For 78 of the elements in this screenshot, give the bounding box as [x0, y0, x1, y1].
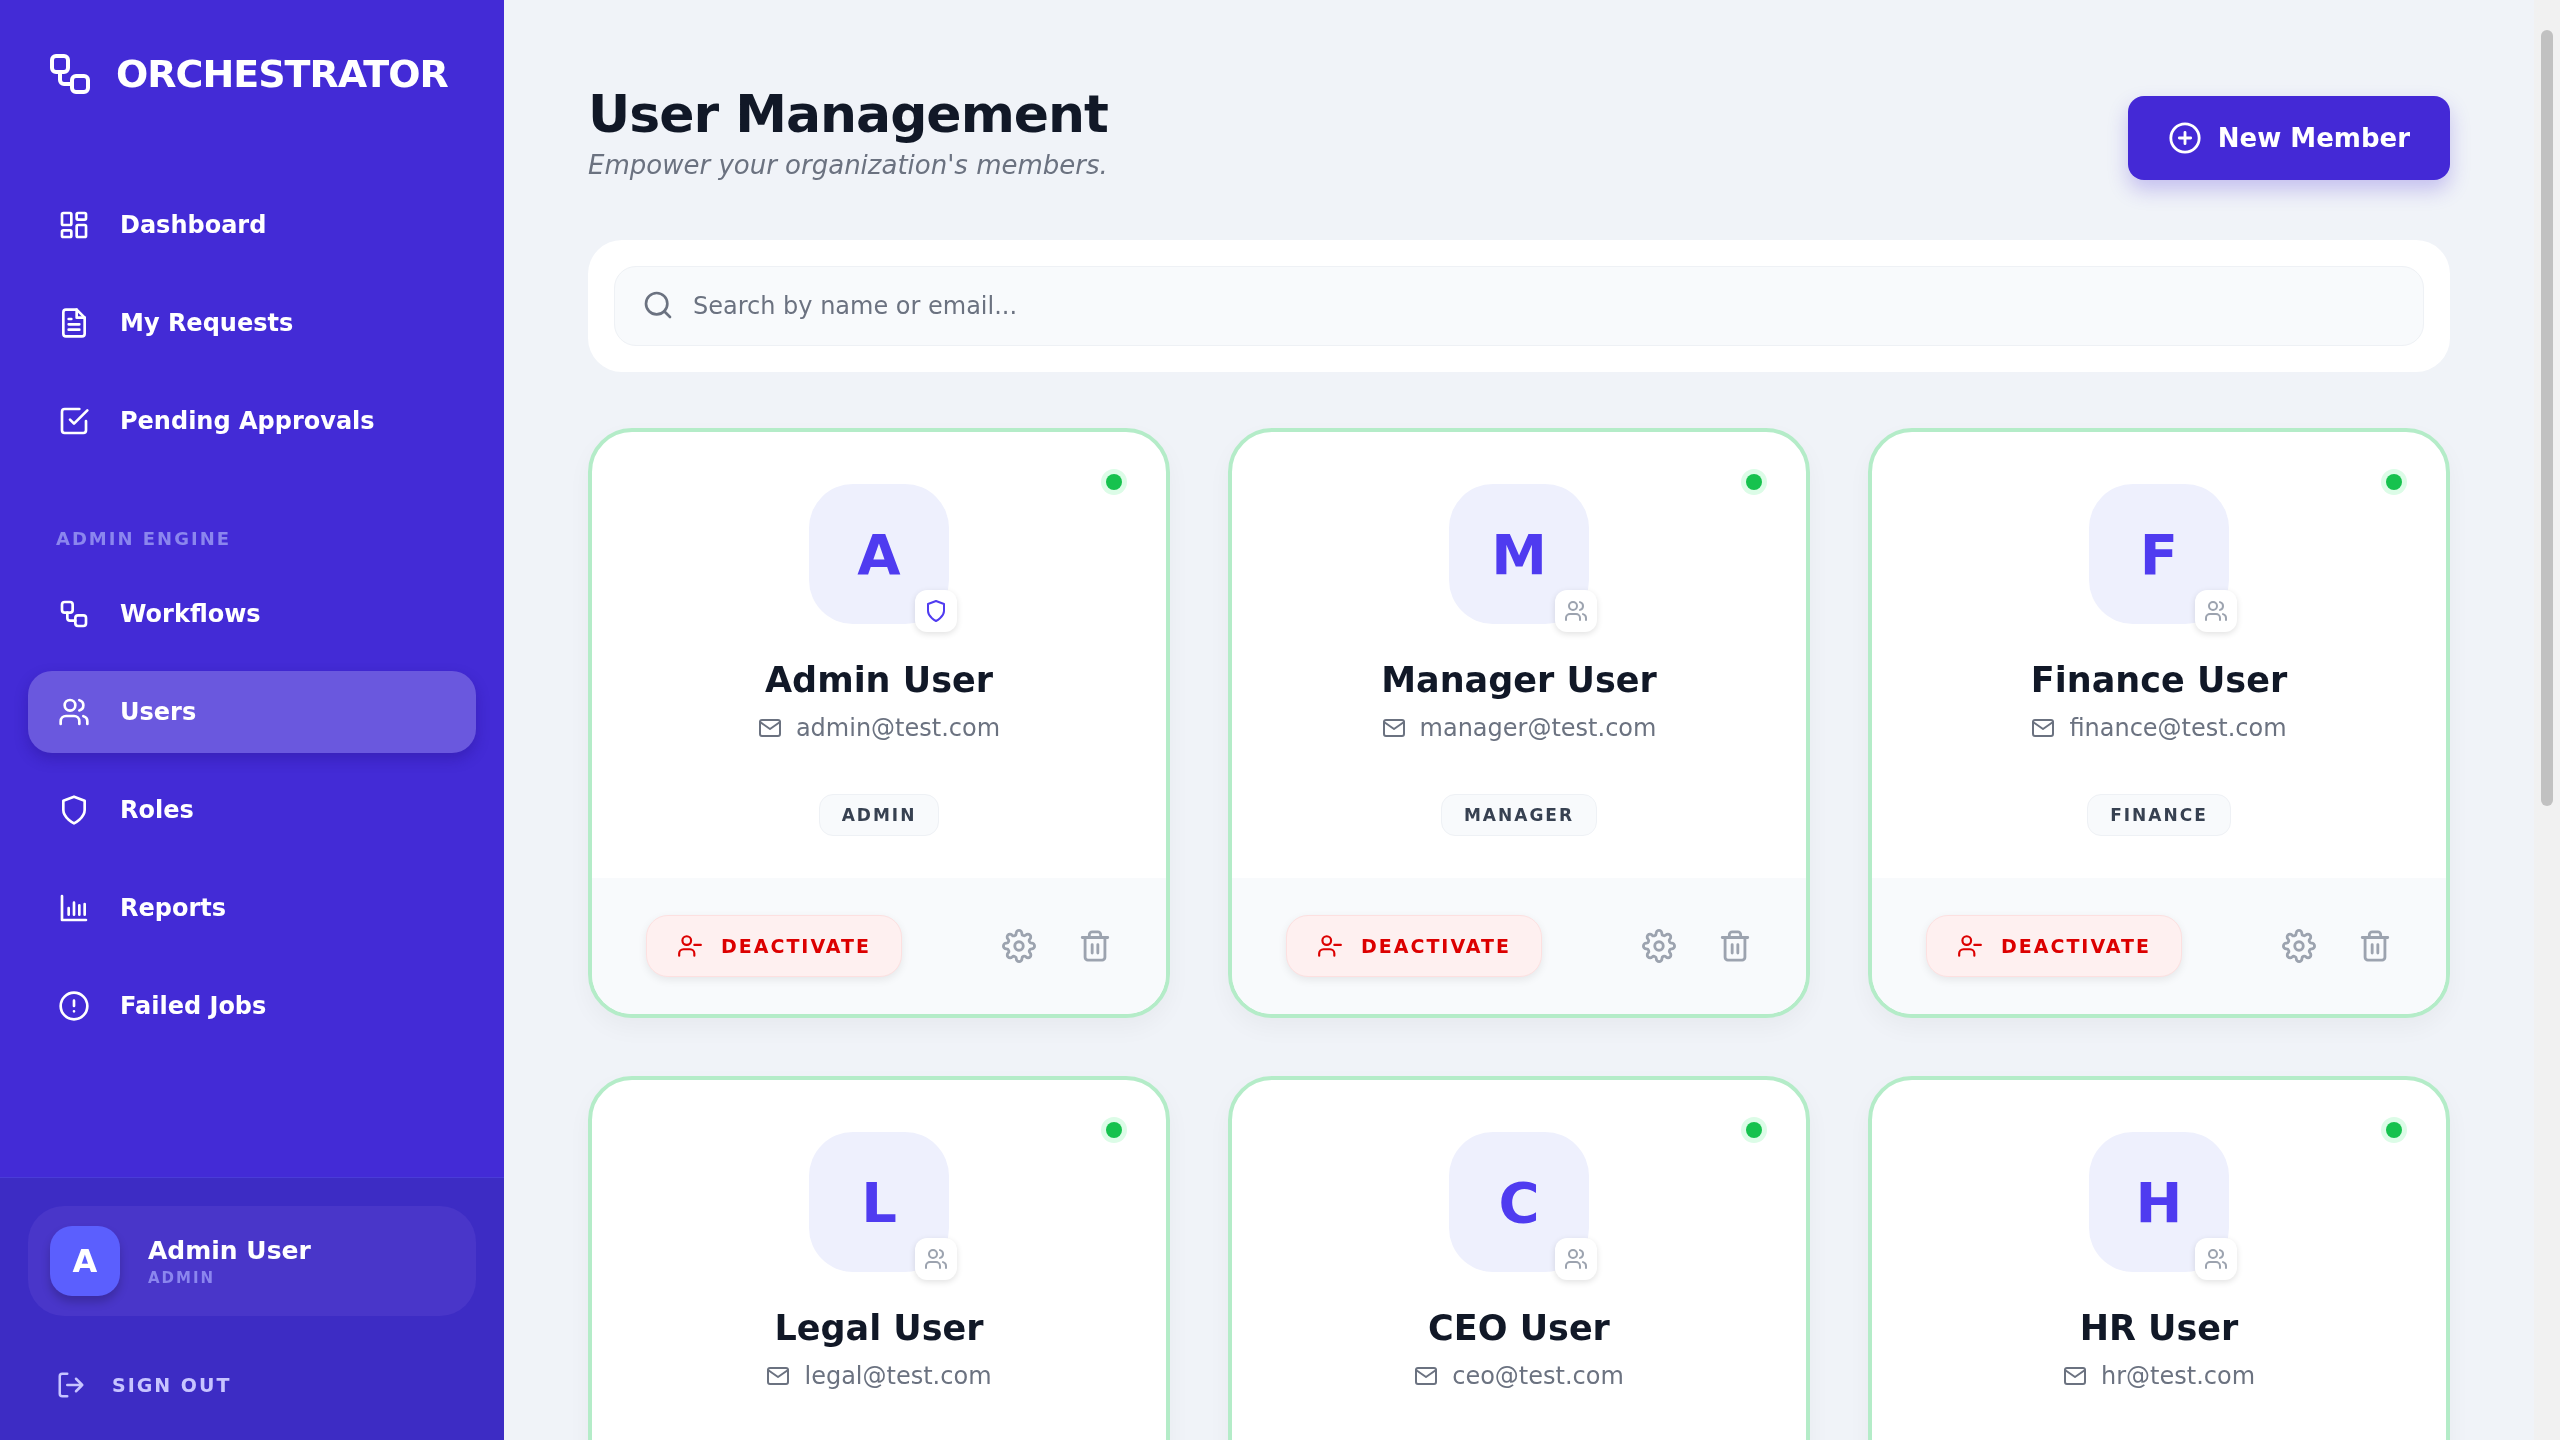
users-icon [1564, 599, 1588, 623]
avatar: A [50, 1226, 120, 1296]
profile-name: Admin User [148, 1235, 311, 1265]
mail-icon [757, 716, 782, 740]
workflow-icon [58, 598, 90, 630]
mail-icon [2062, 1364, 2087, 1388]
user-email: manager@test.com [1419, 714, 1657, 742]
users-icon [58, 696, 90, 728]
page-title: User Management [588, 84, 1108, 144]
settings-button[interactable] [2282, 929, 2316, 963]
users-icon [2204, 1247, 2228, 1271]
settings-icon [1642, 929, 1676, 963]
deactivate-button[interactable]: DEACTIVATE [646, 915, 902, 977]
user-minus-icon [1317, 933, 1343, 959]
avatar: A [809, 484, 949, 624]
avatar: L [809, 1132, 949, 1272]
shield-icon [924, 599, 948, 623]
deactivate-button[interactable]: DEACTIVATE [1286, 915, 1542, 977]
section-label: ADMIN ENGINE [55, 527, 232, 551]
nav-item[interactable]: Workflows [28, 573, 476, 655]
page-subtitle: Empower your organization's members. [588, 150, 1108, 180]
mail-icon [2031, 716, 2056, 740]
user-name: CEO User [1428, 1308, 1610, 1348]
checkbox-icon [58, 405, 90, 437]
users-icon [2204, 599, 2228, 623]
deactivate-button[interactable]: DEACTIVATE [1926, 915, 2182, 977]
role-tag: ADMIN [818, 794, 940, 836]
avatar: H [2089, 1132, 2229, 1272]
nav-item[interactable]: Roles [28, 769, 476, 851]
user-email: legal@test.com [804, 1362, 992, 1390]
user-email: finance@test.com [2069, 714, 2287, 742]
users-icon [1564, 1247, 1588, 1271]
user-email: ceo@test.com [1452, 1362, 1624, 1390]
alert-icon [58, 990, 90, 1022]
search-field[interactable]: Search by name or email... [614, 266, 2424, 346]
new-member-button[interactable]: New Member [2127, 96, 2450, 180]
settings-icon [2282, 929, 2316, 963]
nav-item[interactable]: Users [28, 671, 476, 753]
user-name: HR User [2079, 1308, 2239, 1348]
user-email: hr@test.com [2100, 1362, 2256, 1390]
mail-icon [1414, 1364, 1439, 1388]
app-logo: ORCHESTRATOR [116, 52, 448, 96]
trash-icon [2358, 929, 2392, 963]
user-name: Legal User [774, 1308, 984, 1348]
sign-out-button[interactable]: SIGN OUT [56, 1370, 232, 1400]
nav-item[interactable]: Dashboard [28, 184, 476, 266]
plus-circle-icon [2167, 121, 2202, 155]
sign-out-icon [56, 1370, 86, 1400]
delete-button[interactable] [2358, 929, 2392, 963]
user-minus-icon [1957, 933, 1983, 959]
settings-button[interactable] [1642, 929, 1676, 963]
nav-item[interactable]: My Requests [28, 282, 476, 364]
profile-role: ADMIN [148, 1268, 217, 1287]
dashboard-icon [58, 209, 90, 241]
scrollbar[interactable] [2534, 0, 2560, 1440]
avatar: F [2089, 484, 2229, 624]
role-tag: MANAGER [1440, 794, 1598, 836]
trash-icon [1718, 929, 1752, 963]
users-icon [924, 1247, 948, 1271]
nav-item[interactable]: Reports [28, 867, 476, 949]
user-name: Finance User [2030, 660, 2288, 700]
role-tag: FINANCE [2087, 794, 2231, 836]
mail-icon [766, 1364, 791, 1388]
avatar: C [1449, 1132, 1589, 1272]
trash-icon [1078, 929, 1112, 963]
user-email: admin@test.com [795, 714, 1001, 742]
bar-chart-icon [58, 892, 90, 924]
nav-item[interactable]: Failed Jobs [28, 965, 476, 1047]
settings-button[interactable] [1002, 929, 1036, 963]
nav-item[interactable]: Pending Approvals [28, 380, 476, 462]
avatar: M [1449, 484, 1589, 624]
delete-button[interactable] [1718, 929, 1752, 963]
user-name: Admin User [765, 660, 993, 700]
user-name: Manager User [1381, 660, 1657, 700]
settings-icon [1002, 929, 1036, 963]
delete-button[interactable] [1078, 929, 1112, 963]
user-minus-icon [677, 933, 703, 959]
mail-icon [1381, 716, 1406, 740]
